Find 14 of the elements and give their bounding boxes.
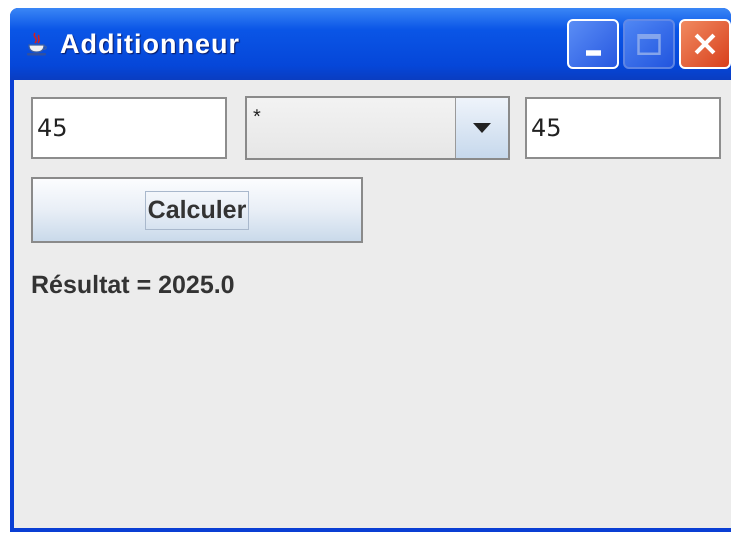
dropdown-arrow-button[interactable]: [455, 98, 508, 158]
maximize-icon: [637, 34, 661, 54]
result-text: Résultat = 2025.0: [31, 271, 236, 300]
close-icon: [694, 33, 716, 55]
minimize-icon: [586, 50, 600, 56]
window-title: Additionneur: [60, 28, 240, 60]
close-button[interactable]: [679, 19, 731, 69]
first-number-field[interactable]: 45: [31, 97, 227, 159]
caret-down-icon: [472, 122, 492, 134]
operator-dropdown[interactable]: *: [245, 96, 510, 160]
minimize-button[interactable]: [567, 19, 619, 69]
coffee-cup-icon: [26, 31, 48, 57]
second-number-field[interactable]: 45: [525, 97, 721, 159]
calculate-button[interactable]: Calculer: [31, 177, 363, 243]
